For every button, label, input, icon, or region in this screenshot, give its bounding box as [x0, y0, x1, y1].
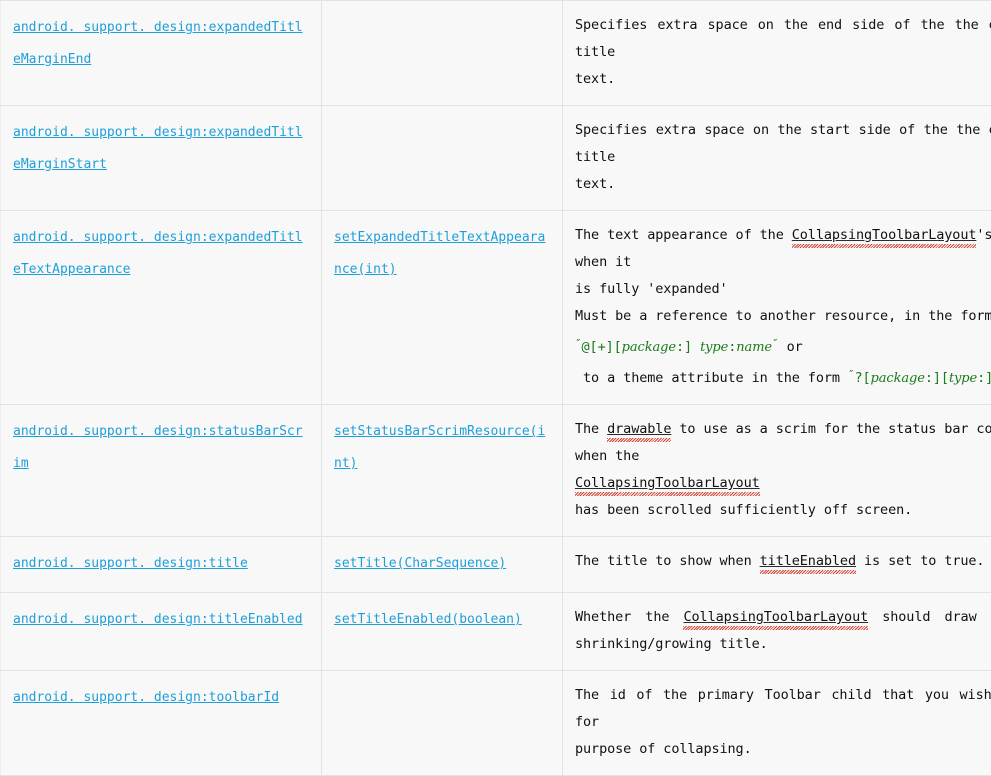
- method-link[interactable]: setExpandedTitleTextAppearance(int): [334, 230, 545, 277]
- attribute-cell: android. support. design:expandedTitleMa…: [1, 1, 322, 106]
- attribute-link[interactable]: android. support. design:titleEnabled: [13, 612, 303, 627]
- attribute-cell: android. support. design:statusBarScrim: [1, 405, 322, 537]
- apostrophe-s: 's: [976, 227, 991, 243]
- spellcheck-token: drawable: [607, 421, 671, 437]
- spellcheck-token: titleEnabled: [760, 553, 856, 569]
- desc-line: The title to show when titleEnabled is s…: [575, 548, 991, 575]
- code-italic: type: [700, 340, 728, 355]
- description-cell: Specifies extra space on the start side …: [563, 106, 991, 211]
- table-row: android. support. design:expandedTitleMa…: [1, 1, 991, 106]
- desc-line: CollapsingToolbarLayout: [575, 470, 991, 497]
- close-quote: ″: [772, 337, 779, 350]
- method-cell: setTitle(CharSequence): [322, 537, 563, 593]
- expanded-quoted: 'expanded': [647, 281, 727, 297]
- description-text: Specifies extra space on the start side …: [575, 117, 991, 198]
- description-text: The text appearance of the CollapsingToo…: [575, 222, 991, 392]
- description-text: The title to show when titleEnabled is s…: [575, 548, 991, 575]
- desc-line: purpose of collapsing.: [575, 736, 991, 763]
- attribute-link[interactable]: android. support. design:title: [13, 556, 248, 571]
- desc-line: text.: [575, 171, 991, 198]
- code-green: @[+][: [582, 339, 622, 355]
- attribute-cell: android. support. design:titleEnabled: [1, 593, 322, 671]
- description-cell: Specifies extra space on the end side of…: [563, 1, 991, 106]
- description-cell: The text appearance of the CollapsingToo…: [563, 211, 991, 405]
- desc-line: Specifies extra space on the end side of…: [575, 12, 991, 66]
- method-cell: [322, 1, 563, 106]
- code-green: :]: [977, 370, 991, 386]
- code-italic: package: [622, 340, 676, 355]
- attribute-link[interactable]: android. support. design:statusBarScrim: [13, 424, 303, 471]
- code-green: :][: [925, 370, 949, 386]
- description-cell: Whether the CollapsingToolbarLayout shou…: [563, 593, 991, 671]
- desc-line: to a theme attribute in the form ″?[pack…: [575, 361, 991, 392]
- desc-line: The text appearance of the CollapsingToo…: [575, 222, 991, 276]
- desc-line: Must be a reference to another resource,…: [575, 303, 991, 330]
- desc-line: Whether the CollapsingToolbarLayout shou…: [575, 604, 991, 631]
- attribute-cell: android. support. design:title: [1, 537, 322, 593]
- description-text: Whether the CollapsingToolbarLayout shou…: [575, 604, 991, 658]
- code-italic: package: [871, 371, 925, 386]
- code-green: ?[: [854, 370, 870, 386]
- desc-line: ″@[+][package:] type:name″ or: [575, 330, 991, 361]
- desc-line: The id of the primary Toolbar child that…: [575, 682, 991, 736]
- desc-line: shrinking/growing title.: [575, 631, 991, 658]
- table-row: android. support. design:toolbarId The i…: [1, 671, 991, 776]
- description-text: The id of the primary Toolbar child that…: [575, 682, 991, 763]
- code-italic: name: [736, 340, 772, 355]
- desc-line: Specifies extra space on the start side …: [575, 117, 991, 171]
- code-green: :]: [676, 339, 700, 355]
- method-cell: [322, 671, 563, 776]
- desc-line: has been scrolled sufficiently off scree…: [575, 497, 991, 524]
- method-cell: setTitleEnabled(boolean): [322, 593, 563, 671]
- description-text: Specifies extra space on the end side of…: [575, 12, 991, 93]
- class-ref-token: CollapsingToolbarLayout: [683, 609, 868, 625]
- desc-line: is fully 'expanded': [575, 276, 991, 303]
- table-row: android. support. design:expandedTitleTe…: [1, 211, 991, 405]
- attribute-cell: android. support. design:expandedTitleTe…: [1, 211, 322, 405]
- desc-line: text.: [575, 66, 991, 93]
- method-link[interactable]: setTitle(CharSequence): [334, 556, 506, 571]
- description-cell: The id of the primary Toolbar child that…: [563, 671, 991, 776]
- attribute-link[interactable]: android. support. design:expandedTitleMa…: [13, 20, 303, 67]
- method-cell: setStatusBarScrimResource(int): [322, 405, 563, 537]
- desc-line: The drawable to use as a scrim for the s…: [575, 416, 991, 470]
- attribute-link[interactable]: android. support. design:toolbarId: [13, 690, 279, 705]
- method-cell: [322, 106, 563, 211]
- table-row: android. support. design:titleEnabled se…: [1, 593, 991, 671]
- method-link[interactable]: setStatusBarScrimResource(int): [334, 424, 545, 471]
- attributes-table: android. support. design:expandedTitleMa…: [0, 0, 991, 776]
- description-cell: The drawable to use as a scrim for the s…: [563, 405, 991, 537]
- class-ref-token: CollapsingToolbarLayout: [575, 475, 760, 491]
- description-text: The drawable to use as a scrim for the s…: [575, 416, 991, 524]
- code-italic: type: [949, 371, 977, 386]
- table-row: android. support. design:title setTitle(…: [1, 537, 991, 593]
- table-row: android. support. design:statusBarScrim …: [1, 405, 991, 537]
- class-ref-token: CollapsingToolbarLayout: [792, 227, 977, 243]
- description-cell: The title to show when titleEnabled is s…: [563, 537, 991, 593]
- method-link[interactable]: setTitleEnabled(boolean): [334, 612, 522, 627]
- attribute-link[interactable]: android. support. design:expandedTitleTe…: [13, 230, 303, 277]
- method-cell: setExpandedTitleTextAppearance(int): [322, 211, 563, 405]
- attribute-cell: android. support. design:expandedTitleMa…: [1, 106, 322, 211]
- attribute-cell: android. support. design:toolbarId: [1, 671, 322, 776]
- table-row: android. support. design:expandedTitleMa…: [1, 106, 991, 211]
- attribute-link[interactable]: android. support. design:expandedTitleMa…: [13, 125, 303, 172]
